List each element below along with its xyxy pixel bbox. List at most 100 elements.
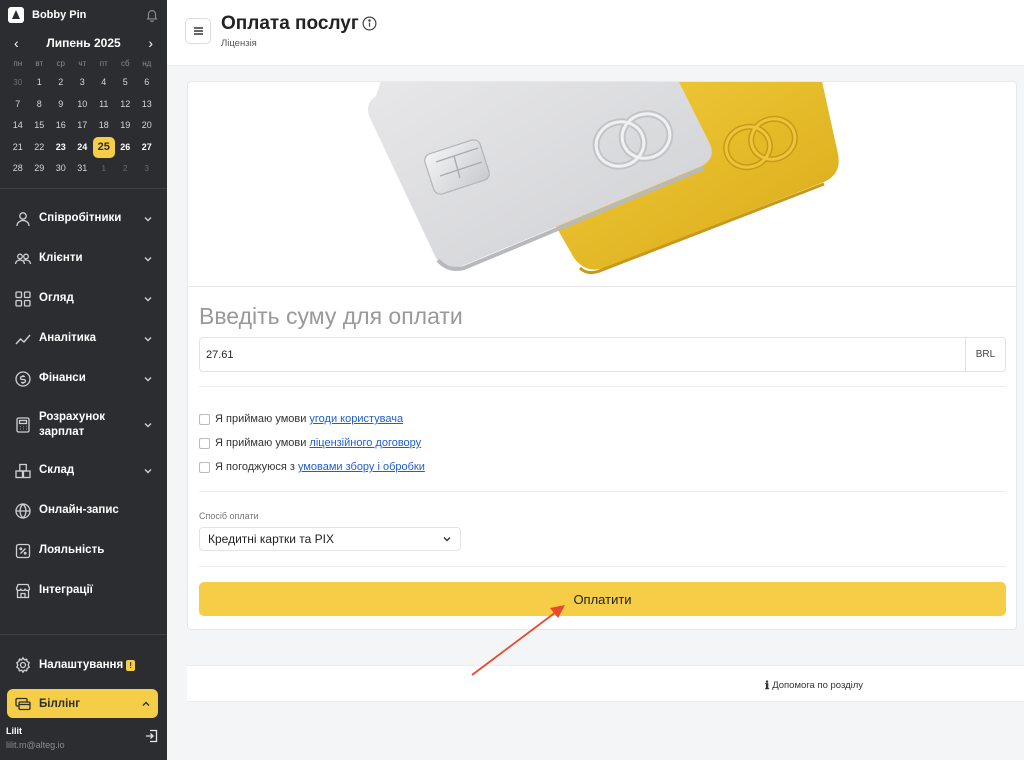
calendar-day[interactable]: 8: [29, 94, 51, 116]
amount-input[interactable]: [200, 338, 965, 371]
sidebar-item-clients[interactable]: Клієнти: [0, 239, 167, 279]
sidebar-item-warehouse[interactable]: Склад: [0, 451, 167, 491]
bell-icon[interactable]: [145, 8, 159, 22]
page-subtitle: Ліцензія: [221, 38, 257, 49]
chevron-down-icon: [144, 376, 152, 381]
sidebar-item-label: Склад: [39, 464, 75, 476]
weekday-label: вт: [35, 59, 44, 68]
terms-text: Я погоджуюся з: [215, 461, 295, 473]
calendar-day[interactable]: 6: [136, 72, 158, 94]
calendar-day[interactable]: 1: [29, 72, 51, 94]
sidebar-item-settings[interactable]: Налаштування!: [0, 645, 167, 685]
calendar-day[interactable]: 5: [115, 72, 137, 94]
sidebar-item-analytics[interactable]: Аналітика: [0, 319, 167, 359]
calendar-day[interactable]: 22: [29, 137, 51, 159]
weekday-label: пт: [99, 59, 108, 68]
terms-checkbox[interactable]: [199, 437, 210, 449]
payment-method-label: Спосіб оплати: [199, 511, 259, 521]
user-profile[interactable]: Lilit lilit.m@alteg.io: [0, 718, 167, 760]
brand[interactable]: Bobby Pin: [0, 0, 167, 30]
brand-logo-icon: [8, 7, 24, 23]
payment-method-value: Кредитні картки та PIX: [208, 532, 334, 546]
sidebar-item-employees[interactable]: Співробітники: [0, 199, 167, 239]
sidebar-item-label: Біллінг: [39, 697, 81, 710]
sidebar-item-payroll[interactable]: Розрахунок зарплат: [0, 399, 167, 451]
calendar-day[interactable]: 31: [72, 158, 94, 180]
help-link[interactable]: ℹ Допомога по розділу: [765, 679, 863, 692]
sidebar-nav: Співробітники Клієнти Огляд Аналітика Фі…: [0, 189, 167, 611]
terms-text: Я приймаю умови: [215, 437, 307, 449]
calendar-day[interactable]: 4: [93, 72, 115, 94]
calendar-day[interactable]: 27: [136, 137, 158, 159]
sidebar-item-online-booking[interactable]: Онлайн-запис: [0, 491, 167, 531]
calendar-day[interactable]: 12: [115, 94, 137, 116]
calendar-day[interactable]: 2: [50, 72, 72, 94]
sidebar-item-label: Онлайн-запис: [39, 504, 119, 516]
calendar-day[interactable]: 18: [93, 115, 115, 137]
sidebar-item-billing[interactable]: Біллінг: [7, 689, 158, 718]
calendar-day[interactable]: 10: [72, 94, 94, 116]
calendar-day[interactable]: 9: [50, 94, 72, 116]
calendar-day[interactable]: 13: [136, 94, 158, 116]
info-icon[interactable]: [362, 16, 377, 31]
calendar-day[interactable]: 11: [93, 94, 115, 116]
user-name: Lilit: [6, 726, 22, 736]
calendar-day[interactable]: 15: [29, 115, 51, 137]
data-processing-link[interactable]: умовами збору і обробки: [298, 461, 425, 473]
chevron-up-icon: [142, 701, 150, 706]
sidebar-item-integrations[interactable]: Інтеграції: [0, 571, 167, 611]
menu-toggle-button[interactable]: [185, 18, 211, 44]
calendar-day[interactable]: 30: [50, 158, 72, 180]
license-agreement-link[interactable]: ліцензійного договору: [309, 437, 421, 449]
calendar-day[interactable]: 28: [7, 158, 29, 180]
cards-illustration: [188, 82, 1016, 287]
hamburger-icon: [193, 27, 203, 35]
calendar-day[interactable]: 23: [50, 137, 72, 159]
calendar-day[interactable]: 3: [72, 72, 94, 94]
sidebar-item-finances[interactable]: Фінанси: [0, 359, 167, 399]
amount-title: Введіть суму для оплати: [199, 303, 463, 329]
chevron-down-icon: [144, 336, 152, 341]
calendar-day[interactable]: 16: [50, 115, 72, 137]
calendar-grid: пн вт ср чт пт сб нд 30 1 2 3 4 5 6 7 8 …: [0, 56, 167, 180]
chevron-down-icon: [144, 296, 152, 301]
calendar-day[interactable]: 17: [72, 115, 94, 137]
terms-checkbox[interactable]: [199, 461, 210, 473]
store-icon: [15, 583, 31, 598]
currency-label: BRL: [965, 338, 1005, 371]
sidebar-item-label: Огляд: [39, 292, 74, 304]
help-text: Допомога по розділу: [772, 680, 864, 691]
logout-icon[interactable]: [144, 728, 160, 744]
pay-button[interactable]: Оплатити: [199, 582, 1006, 616]
calendar-day[interactable]: 7: [7, 94, 29, 116]
calendar-day[interactable]: 14: [7, 115, 29, 137]
calendar-day[interactable]: 30: [7, 72, 29, 94]
calendar-day[interactable]: 3: [136, 158, 158, 180]
calendar-day[interactable]: 1: [93, 158, 115, 180]
sidebar-divider: [0, 634, 167, 635]
sidebar-item-label: Налаштування!: [39, 658, 153, 673]
calendar-prev-button[interactable]: ‹: [14, 35, 19, 51]
payment-method-select[interactable]: Кредитні картки та PIX: [199, 527, 461, 551]
calendar-day-today[interactable]: 25: [93, 136, 115, 158]
sidebar-item-overview[interactable]: Огляд: [0, 279, 167, 319]
chevron-down-icon: [443, 537, 451, 542]
sidebar: Bobby Pin ‹ Липень 2025 › пн вт ср чт пт…: [0, 0, 167, 760]
calendar-day[interactable]: 19: [115, 115, 137, 137]
calendar-day[interactable]: 26: [115, 137, 137, 159]
calendar-day[interactable]: 20: [136, 115, 158, 137]
calendar-month[interactable]: Липень 2025: [46, 36, 120, 50]
chart-line-icon: [15, 334, 31, 344]
terms-checkbox[interactable]: [199, 413, 210, 425]
calendar-day[interactable]: 24: [72, 137, 94, 159]
calendar-day[interactable]: 2: [115, 158, 137, 180]
calendar-next-button[interactable]: ›: [148, 35, 153, 51]
user-agreement-link[interactable]: угоди користувача: [309, 413, 403, 425]
terms-text: Я приймаю умови: [215, 413, 307, 425]
globe-icon: [15, 502, 31, 519]
user-email: lilit.m@alteg.io: [6, 740, 65, 750]
coin-icon: [15, 370, 31, 387]
sidebar-item-loyalty[interactable]: Лояльність: [0, 531, 167, 571]
calendar-day[interactable]: 29: [29, 158, 51, 180]
calendar-day[interactable]: 21: [7, 137, 29, 159]
